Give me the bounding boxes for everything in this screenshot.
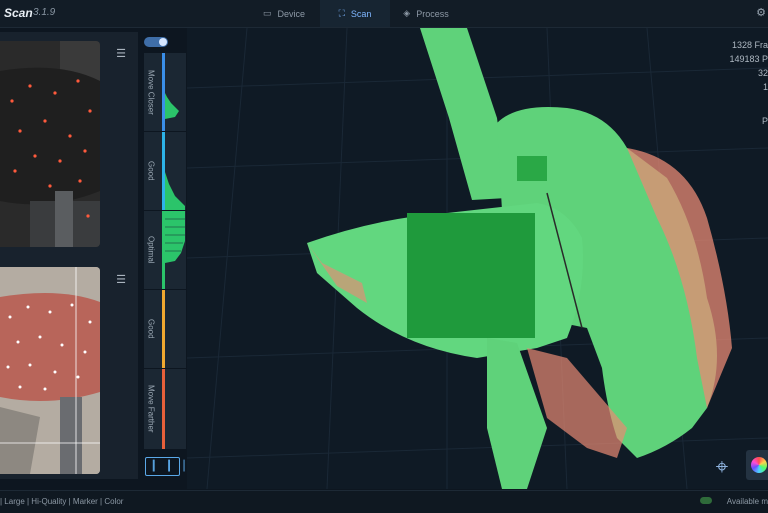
segment-label: Move Closer	[146, 69, 156, 115]
gear-icon[interactable]: ⚙	[756, 6, 766, 19]
distance-histogram	[165, 93, 179, 119]
camera-view-right	[0, 267, 100, 474]
stat-frames: 1328 Fra	[731, 40, 768, 50]
distance-histogram	[165, 211, 185, 263]
scan-stats: 1328 Fra 149183 P 32 1 P	[729, 38, 768, 128]
stat-points: 149183 P	[729, 54, 768, 64]
distance-segment-move-closer: Move Closer	[144, 53, 186, 132]
app-title: Scan	[4, 6, 33, 20]
tab-scan[interactable]: ⛶ Scan	[320, 0, 390, 27]
segment-bar	[162, 369, 165, 449]
layers-icon: ◈	[403, 8, 411, 18]
device-icon: ▭	[262, 8, 272, 18]
top-bar: Scan 3.1.9 ▭ Device ⛶ Scan ◈ Process ⚙	[0, 0, 768, 28]
color-mode-button[interactable]	[746, 450, 768, 480]
segment-label: Good	[146, 319, 156, 339]
status-bar: | Large | Hi-Quality | Marker | Color Av…	[0, 490, 768, 513]
stat-line-5: P	[761, 116, 768, 126]
stat-line-4: 1	[762, 82, 768, 92]
crosshair-icon[interactable]: ⌖	[709, 454, 735, 480]
distance-segment-move-farther: Move Farther	[144, 369, 186, 450]
distance-segment-good-near: Good	[144, 132, 186, 211]
distance-toggle[interactable]	[144, 37, 168, 47]
camera-menu-button[interactable]: ☰	[113, 46, 129, 62]
stat-line-3: 32	[757, 68, 768, 78]
color-wheel-icon	[751, 457, 767, 473]
scan-viewport-3d[interactable]	[187, 28, 768, 489]
segment-label: Move Farther	[146, 385, 156, 433]
app-version: 3.1.9	[33, 7, 56, 18]
segment-label: Good	[146, 161, 156, 181]
tab-label: Scan	[350, 8, 372, 19]
connection-icon	[700, 497, 712, 504]
tab-device[interactable]: ▭ Device	[248, 0, 320, 27]
tab-label: Device	[277, 8, 306, 19]
tab-label: Process	[416, 8, 449, 19]
distance-segment-optimal: Optimal	[144, 211, 186, 290]
distance-segment-good-far: Good	[144, 290, 186, 369]
distance-histogram	[165, 172, 185, 210]
distance-guide: Move Closer Good Optimal Good Move Farth…	[143, 32, 187, 479]
ruler-button[interactable]: ▕▏▕▏▕	[145, 457, 184, 476]
segment-label: Optimal	[146, 236, 156, 264]
camera-menu-button[interactable]: ☰	[113, 272, 129, 288]
available-memory-status: Available m	[726, 497, 768, 506]
scan-mode-status: | Large | Hi-Quality | Marker | Color	[0, 497, 124, 506]
segment-bar	[162, 290, 165, 368]
scan-mesh	[187, 28, 768, 489]
tab-process[interactable]: ◈ Process	[390, 0, 462, 27]
scan-icon: ⛶	[338, 8, 345, 18]
camera-view-left	[0, 41, 100, 247]
